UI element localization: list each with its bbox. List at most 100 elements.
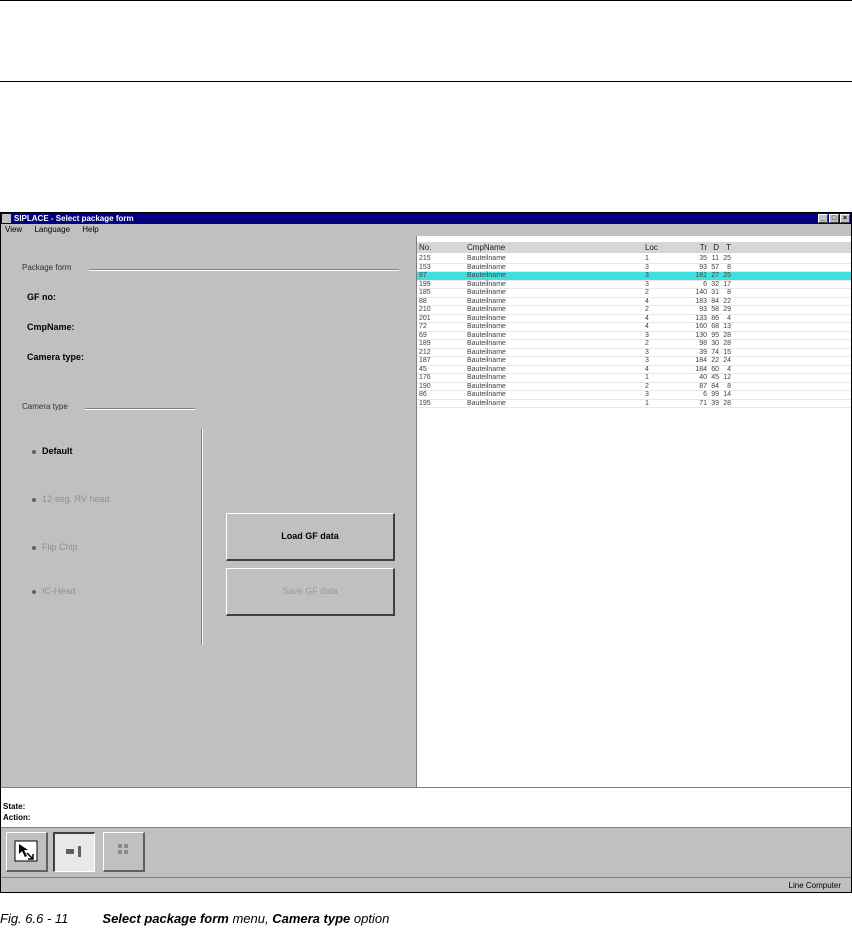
title-bar: SIPLACE - Select package form _ □ × — [1, 213, 851, 224]
table-row[interactable]: 185 Bauteilname 2 140 31 8 — [417, 289, 851, 298]
table-row[interactable]: 97 Bauteilname 3 181 27 25 — [417, 272, 851, 281]
cell-t: 4 — [727, 314, 731, 322]
table-row[interactable]: 190 Bauteilname 2 87 84 8 — [417, 382, 851, 391]
cell-no: 195 — [419, 399, 431, 407]
siplace-window: SIPLACE - Select package form _ □ × View… — [0, 212, 852, 893]
cell-d: 27 — [711, 272, 719, 279]
cell-loc: 3 — [645, 263, 649, 271]
cell-no: 97 — [419, 272, 427, 279]
cell-loc: 4 — [645, 314, 649, 322]
cell-t: 25 — [723, 255, 731, 262]
package-icon — [66, 846, 81, 857]
menu-view[interactable]: View — [5, 225, 22, 234]
window-title: SIPLACE - Select package form — [14, 214, 134, 223]
list-header: No. CmpName Loc Tr D T — [417, 242, 851, 253]
cell-name: Bauteilname — [467, 365, 506, 373]
table-row[interactable]: 189 Bauteilname 2 98 30 28 — [417, 340, 851, 349]
cell-tr: 93 — [699, 306, 707, 313]
cell-name: Bauteilname — [467, 280, 506, 288]
col-tr-header[interactable]: Tr — [679, 242, 707, 253]
select-tool-button[interactable] — [6, 832, 48, 872]
cell-d: 22 — [711, 357, 719, 364]
col-cmpname-header[interactable]: CmpName — [467, 242, 505, 253]
line-computer-indicator: Line Computer — [788, 881, 841, 890]
caption-end: option — [350, 911, 390, 926]
cell-loc: 3 — [645, 280, 649, 288]
table-row[interactable]: 176 Bauteilname 1 40 45 12 — [417, 374, 851, 383]
package-tool-button[interactable] — [53, 832, 95, 872]
radio-12-seg-label: 12-seg. RV head — [42, 494, 110, 504]
radio-flip-chip[interactable]: Flip Chip — [32, 542, 78, 552]
cell-no: 86 — [419, 391, 427, 398]
app-icon[interactable] — [2, 214, 11, 223]
cell-t: 8 — [727, 263, 731, 271]
table-row[interactable]: 86 Bauteilname 3 6 99 14 — [417, 391, 851, 400]
cell-tr: 98 — [699, 340, 707, 347]
cell-loc: 3 — [645, 272, 649, 279]
radio-ic-head[interactable]: IC-Head — [32, 586, 76, 596]
cell-t: 24 — [723, 357, 731, 364]
radio-default[interactable]: Default — [32, 446, 73, 456]
table-row[interactable]: 199 Bauteilname 3 6 32 17 — [417, 280, 851, 289]
cell-tr: 6 — [703, 280, 707, 288]
cell-loc: 2 — [645, 382, 649, 390]
save-gf-data-button[interactable]: Save GF data — [226, 568, 395, 616]
cmpname-label: CmpName: — [27, 322, 75, 332]
col-d-header[interactable]: D — [709, 242, 719, 253]
cell-loc: 1 — [645, 255, 649, 262]
maximize-icon[interactable]: □ — [829, 214, 839, 223]
radio-ic-head-label: IC-Head — [42, 586, 76, 596]
cell-name: Bauteilname — [467, 399, 506, 407]
caption-bold-2: Camera type — [272, 911, 351, 926]
radio-12-seg-rv-head[interactable]: 12-seg. RV head — [32, 494, 109, 504]
radio-flip-chip-label: Flip Chip — [42, 542, 78, 552]
col-no-header[interactable]: No. — [419, 242, 431, 253]
table-row[interactable]: 212 Bauteilname 3 39 74 15 — [417, 348, 851, 357]
cell-t: 28 — [723, 340, 731, 347]
cell-name: Bauteilname — [467, 272, 506, 279]
table-row[interactable]: 72 Bauteilname 4 160 68 13 — [417, 323, 851, 332]
table-row[interactable]: 195 Bauteilname 1 71 39 28 — [417, 399, 851, 408]
cell-t: 15 — [723, 348, 731, 356]
menu-help[interactable]: Help — [82, 225, 98, 234]
caption-mid: menu, — [228, 911, 273, 926]
table-row[interactable]: 69 Bauteilname 3 130 95 28 — [417, 331, 851, 340]
radio-dot-icon — [32, 449, 36, 454]
camera-type-label: Camera type: — [27, 352, 85, 362]
grid-icon — [118, 844, 128, 854]
table-row[interactable]: 153 Bauteilname 3 93 57 8 — [417, 263, 851, 272]
cell-d: 74 — [711, 348, 719, 356]
cell-d: 39 — [711, 399, 719, 407]
cell-d: 30 — [711, 340, 719, 347]
cell-d: 95 — [711, 331, 719, 339]
grid-tool-button[interactable] — [103, 832, 145, 872]
cell-name: Bauteilname — [467, 382, 506, 390]
table-row[interactable]: 215 Bauteilname 1 35 11 25 — [417, 255, 851, 264]
table-row[interactable]: 88 Bauteilname 4 183 84 22 — [417, 297, 851, 306]
cell-name: Bauteilname — [467, 289, 506, 296]
cell-d: 60 — [711, 365, 719, 373]
table-row[interactable]: 201 Bauteilname 4 133 86 4 — [417, 314, 851, 323]
load-gf-data-button[interactable]: Load GF data — [226, 513, 395, 561]
cell-no: 201 — [419, 314, 431, 322]
table-row[interactable]: 187 Bauteilname 3 184 22 24 — [417, 357, 851, 366]
table-row[interactable]: 210 Bauteilname 2 93 58 29 — [417, 306, 851, 315]
col-loc-header[interactable]: Loc — [645, 242, 658, 253]
cell-name: Bauteilname — [467, 374, 506, 381]
cell-loc: 3 — [645, 357, 649, 364]
col-t-header[interactable]: T — [719, 242, 731, 253]
cell-d: 31 — [711, 289, 719, 296]
minimize-icon[interactable]: _ — [818, 214, 828, 223]
cell-no: 215 — [419, 255, 431, 262]
cell-t: 29 — [723, 306, 731, 313]
cell-loc: 2 — [645, 340, 649, 347]
caption-bold-1: Select package form — [102, 911, 229, 926]
figure-caption: Fig. 6.6 - 11 Select package form menu, C… — [0, 911, 389, 927]
cell-loc: 4 — [645, 365, 649, 373]
close-icon[interactable]: × — [840, 214, 850, 223]
cell-tr: 39 — [699, 348, 707, 356]
table-row[interactable]: 45 Bauteilname 4 184 60 4 — [417, 365, 851, 374]
cell-loc: 1 — [645, 374, 649, 381]
cell-t: 22 — [723, 297, 731, 305]
menu-language[interactable]: Language — [34, 225, 70, 234]
